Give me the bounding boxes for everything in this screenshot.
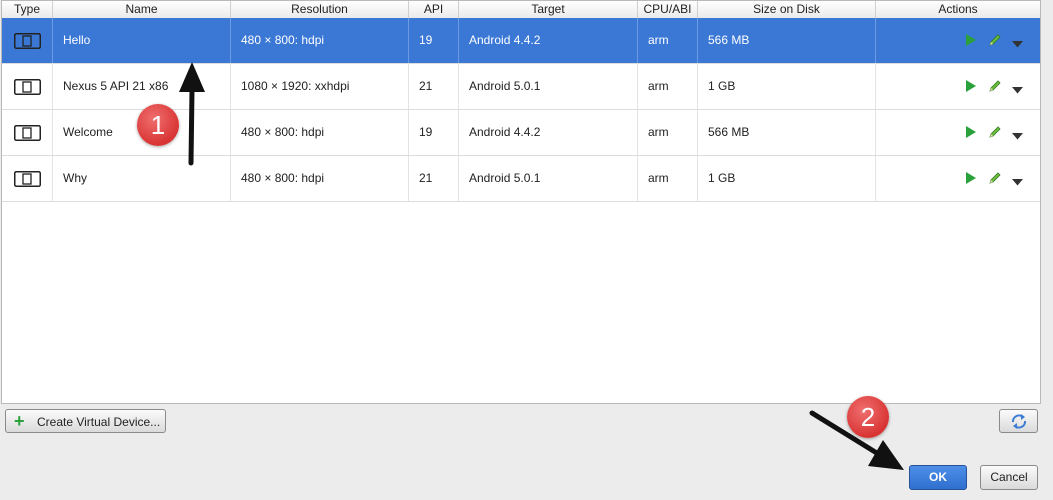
device-resolution: 480 × 800: hdpi	[231, 110, 409, 155]
device-target: Android 4.4.2	[459, 18, 638, 63]
pencil-icon[interactable]	[988, 125, 1002, 142]
refresh-button[interactable]	[999, 409, 1038, 433]
column-header-size-on-disk[interactable]: Size on Disk	[698, 1, 876, 18]
device-icon	[14, 171, 41, 187]
device-cpu-abi: arm	[638, 64, 698, 109]
table-header: Type Name Resolution API Target CPU/ABI …	[2, 1, 1040, 19]
row-actions	[965, 33, 1035, 49]
device-resolution: 480 × 800: hdpi	[231, 18, 409, 63]
type-cell	[2, 110, 53, 155]
type-cell	[2, 156, 53, 201]
step-badge-2: 2	[847, 396, 889, 438]
type-cell	[2, 64, 53, 109]
device-api: 19	[409, 18, 459, 63]
device-size: 1 GB	[698, 64, 876, 109]
pencil-icon[interactable]	[988, 171, 1002, 188]
device-cpu-abi: arm	[638, 110, 698, 155]
row-actions	[965, 171, 1035, 187]
dropdown-arrow-icon[interactable]	[1012, 129, 1023, 143]
column-header-cpu-abi[interactable]: CPU/ABI	[638, 1, 698, 18]
refresh-icon	[1012, 414, 1026, 429]
device-name: Hello	[53, 18, 231, 63]
play-icon[interactable]	[965, 171, 977, 188]
type-cell	[2, 18, 53, 63]
device-resolution: 480 × 800: hdpi	[231, 156, 409, 201]
ok-button[interactable]: OK	[909, 465, 967, 490]
device-icon	[14, 125, 41, 141]
device-icon	[14, 33, 41, 49]
device-target: Android 4.4.2	[459, 110, 638, 155]
play-icon[interactable]	[965, 33, 977, 50]
row-actions	[965, 79, 1035, 95]
play-icon[interactable]	[965, 125, 977, 142]
device-size: 1 GB	[698, 156, 876, 201]
device-api: 19	[409, 110, 459, 155]
row-actions	[965, 125, 1035, 141]
device-target: Android 5.0.1	[459, 64, 638, 109]
device-name: Nexus 5 API 21 x86	[53, 64, 231, 109]
dropdown-arrow-icon[interactable]	[1012, 83, 1023, 97]
column-header-type[interactable]: Type	[2, 1, 53, 18]
pencil-icon[interactable]	[988, 79, 1002, 96]
column-header-actions[interactable]: Actions	[876, 1, 1040, 18]
cancel-button[interactable]: Cancel	[980, 465, 1038, 490]
play-icon[interactable]	[965, 79, 977, 96]
dropdown-arrow-icon[interactable]	[1012, 175, 1023, 189]
device-size: 566 MB	[698, 110, 876, 155]
device-size: 566 MB	[698, 18, 876, 63]
device-api: 21	[409, 64, 459, 109]
step-badge-1: 1	[137, 104, 179, 146]
column-header-resolution[interactable]: Resolution	[231, 1, 409, 18]
device-icon	[14, 79, 41, 95]
create-virtual-device-label: Create Virtual Device...	[37, 415, 161, 429]
table-row[interactable]: Why 480 × 800: hdpi 21 Android 5.0.1 arm…	[2, 156, 1040, 202]
table-row[interactable]: Hello 480 × 800: hdpi 19 Android 4.4.2 a…	[2, 18, 1040, 64]
plus-icon: +	[14, 411, 25, 431]
create-virtual-device-button[interactable]: + Create Virtual Device...	[5, 409, 166, 433]
device-cpu-abi: arm	[638, 156, 698, 201]
device-name: Why	[53, 156, 231, 201]
device-api: 21	[409, 156, 459, 201]
device-resolution: 1080 × 1920: xxhdpi	[231, 64, 409, 109]
pencil-icon[interactable]	[988, 33, 1002, 50]
device-target: Android 5.0.1	[459, 156, 638, 201]
column-header-name[interactable]: Name	[53, 1, 231, 18]
dropdown-arrow-icon[interactable]	[1012, 37, 1023, 51]
column-header-api[interactable]: API	[409, 1, 459, 18]
column-header-target[interactable]: Target	[459, 1, 638, 18]
device-cpu-abi: arm	[638, 18, 698, 63]
device-table: Type Name Resolution API Target CPU/ABI …	[1, 0, 1041, 404]
